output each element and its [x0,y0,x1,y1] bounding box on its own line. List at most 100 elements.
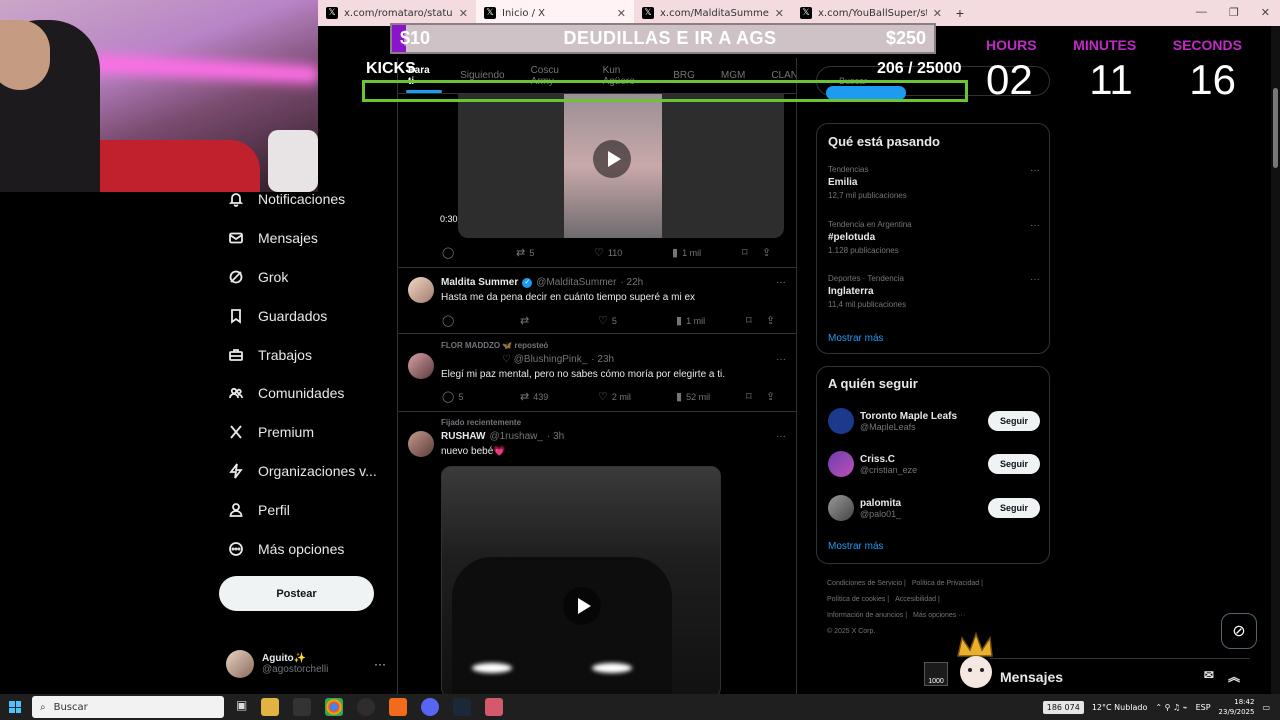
sidebar-item-jobs[interactable]: Trabajos [218,335,388,374]
views-button[interactable]: ▮ 1 mil [672,246,742,259]
like-button[interactable]: ♡ 2 mil [598,390,676,403]
like-button[interactable]: ♡ 110 [594,246,672,259]
chevron-up-icon[interactable]: ︽ [1228,668,1240,685]
close-icon[interactable]: ✕ [617,7,626,20]
app-icon[interactable] [293,698,312,716]
grok-button[interactable]: ⊘ [1221,613,1257,649]
more-icon[interactable]: ··· [776,431,786,442]
steam-icon[interactable] [453,698,472,716]
follow-button[interactable]: Seguir [988,498,1040,518]
x-logo-icon: 𝕏 [800,7,812,19]
account-switcher[interactable]: Aguito✨ @agostorchelli ··· [226,648,386,680]
weather[interactable]: 12°C Nublado [1092,703,1148,712]
compose-message-icon[interactable]: ✉ [1204,668,1214,685]
grok-icon: ⊘ [1232,623,1246,640]
clock[interactable]: 18:42 23/9/2025 [1219,697,1255,717]
bookmark-button[interactable]: ⌑ [746,314,766,327]
close-icon[interactable]: ✕ [459,7,468,20]
sidebar-item-organizations[interactable]: Organizaciones v... [218,452,388,491]
share-button[interactable]: ⇪ [762,246,771,259]
sidebar-item-premium[interactable]: Premium [218,413,388,452]
sidebar-item-notifications[interactable]: Notificaciones [218,180,388,219]
follow-suggestion[interactable]: Toronto Maple Leafs @MapleLeafs Seguir [828,406,1040,436]
avatar [408,277,434,303]
reply-button[interactable]: ◯ 5 [442,390,520,403]
repost-button[interactable]: ⇄ 439 [520,390,598,403]
like-button[interactable]: ♡ 5 [598,314,676,327]
person-icon [229,502,243,517]
close-icon[interactable]: ✕ [933,7,942,20]
chart-icon: ▮ [676,315,683,327]
taskbar-search[interactable]: ⌕ Buscar [32,696,224,718]
reply-button[interactable]: ◯ [442,246,516,259]
views-button[interactable]: ▮ 52 mil [676,390,746,403]
show-more-link[interactable]: Mostrar más [828,333,884,344]
more-icon[interactable]: ··· [1030,220,1040,231]
trend-item[interactable]: Deportes · Tendencia Inglaterra 11,4 mil… [828,274,1040,309]
maximize-icon[interactable]: ❐ [1229,6,1239,19]
chrome-icon[interactable] [325,698,344,716]
more-icon[interactable]: ··· [374,657,386,671]
views-button[interactable]: ▮ 1 mil [676,314,746,327]
post-button[interactable]: Postear [219,576,374,611]
follow-button[interactable]: Seguir [988,454,1040,474]
heart-icon: ♡ [598,391,608,403]
play-icon[interactable] [563,587,601,625]
bookmark-button[interactable]: ⌑ [746,390,766,403]
notification-icon[interactable]: ▭ [1262,703,1270,712]
sidebar-item-grok[interactable]: Grok [218,258,388,297]
video-player[interactable] [458,94,784,238]
messages-drawer[interactable]: Mensajes ✉ ︽ [990,658,1250,694]
minimize-icon[interactable]: — [1196,6,1207,19]
avatar [226,650,254,678]
share-button[interactable]: ⇪ [766,390,775,403]
sidebar-item-profile[interactable]: Perfil [218,490,388,529]
trend-item[interactable]: Tendencia en Argentina #pelotuda 1.128 p… [828,220,1040,255]
more-icon[interactable]: ··· [776,277,786,288]
start-button[interactable] [0,701,30,713]
repost-button[interactable]: ⇄ [520,314,598,327]
scrollbar[interactable] [1271,26,1280,694]
bookmark-button[interactable]: ⌑ [742,246,762,259]
tray-icons[interactable]: ⌃ ⚲ ♫ ⌁ [1155,703,1187,712]
play-icon[interactable] [593,140,631,178]
share-button[interactable]: ⇪ [766,314,775,327]
post[interactable]: Maldita Summer ✓ @MalditaSummer · 22h ··… [398,267,796,333]
more-icon[interactable]: ··· [1030,274,1040,285]
sidebar-item-communities[interactable]: Comunidades [218,374,388,413]
share-icon: ⇪ [766,391,776,403]
more-icon[interactable]: ··· [1030,165,1040,176]
trends-box: Qué está pasando Tendencias Emilia 12,7 … [816,123,1050,354]
follow-suggestion[interactable]: palomita @palo01_ Seguir [828,493,1040,523]
share-icon: ⇪ [762,247,772,259]
reply-button[interactable]: ◯ [442,314,520,327]
sidebar-item-messages[interactable]: Mensajes [218,219,388,258]
repost-button[interactable]: ⇄ 5 [516,246,594,259]
follow-suggestion[interactable]: Criss.C @cristian_eze Seguir [828,449,1040,479]
discord-icon[interactable] [421,698,440,716]
close-window-icon[interactable]: ✕ [1261,6,1270,19]
post[interactable]: FLOR MADDZO 🦋 reposteó ♡ @BlushingPink_ … [398,333,796,411]
task-view-icon[interactable]: ▣ [236,698,247,716]
post-text: Elegí mi paz mental, pero no sabes cómo … [441,369,726,380]
show-more-link[interactable]: Mostrar más [828,541,884,552]
video-duration: 0:30 [440,214,458,224]
more-icon[interactable]: ··· [776,354,786,365]
app-icon[interactable] [389,698,408,716]
new-tab-button[interactable]: + [950,5,970,21]
close-icon[interactable]: ✕ [775,7,784,20]
trends-title: Qué está pasando [828,134,940,149]
obs-icon[interactable] [357,698,376,716]
video-player[interactable] [441,466,721,694]
file-explorer-icon[interactable] [261,698,280,716]
avatar [828,408,854,434]
sidebar-item-more[interactable]: Más opciones [218,529,388,568]
language[interactable]: ESP [1196,703,1211,712]
trend-item[interactable]: Tendencias Emilia 12,7 mil publicaciones… [828,165,1040,200]
x-logo-icon: 𝕏 [326,7,338,19]
follow-button[interactable]: Seguir [988,411,1040,431]
sidebar-item-bookmarks[interactable]: Guardados [218,296,388,335]
scroll-thumb[interactable] [1273,88,1278,168]
app-icon[interactable] [485,698,504,716]
headlight [472,663,512,673]
